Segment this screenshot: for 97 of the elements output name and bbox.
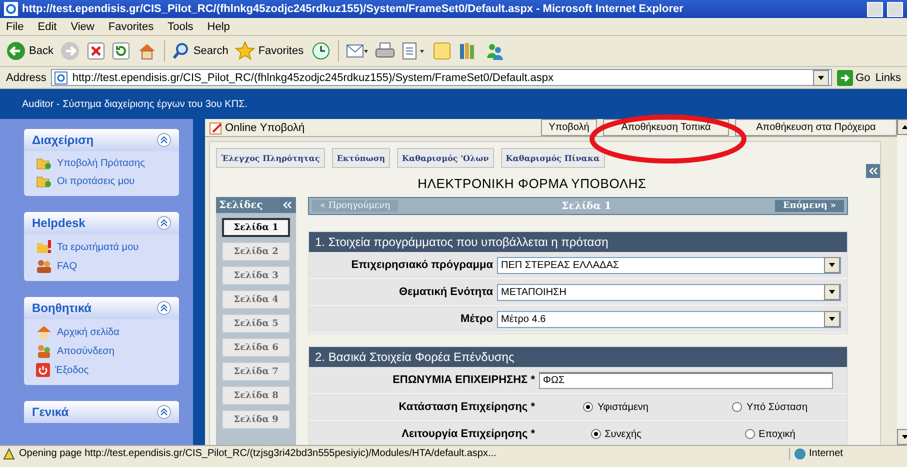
page-button[interactable]: Σελίδα 4 bbox=[222, 290, 290, 309]
folder-icon bbox=[36, 157, 52, 170]
select-field[interactable]: Μέτρο 4.6 bbox=[497, 310, 841, 328]
page-button[interactable]: Σελίδα 1 bbox=[222, 218, 290, 237]
collapse-icon[interactable] bbox=[157, 216, 171, 230]
page-icon bbox=[54, 70, 68, 84]
maximize-button[interactable] bbox=[887, 2, 903, 16]
panel-title: Helpdesk bbox=[32, 216, 86, 230]
folder-icon bbox=[36, 240, 52, 254]
status-text: Opening page http://test.ependisis.gr/CIS_Pilot_RC/(tzjsg3ri42bd3n555pesiyic)/Modules/HTA/default.aspx... bbox=[19, 448, 498, 459]
text-field[interactable]: ΦΩΣ bbox=[539, 372, 833, 388]
envelope-icon[interactable] bbox=[346, 42, 368, 60]
sidebar-link[interactable]: Οι προτάσεις μου bbox=[36, 175, 171, 188]
search-icon bbox=[172, 42, 190, 60]
refresh-icon[interactable] bbox=[112, 42, 130, 60]
action-button[interactable]: Καθαρισμός 'Ολων bbox=[397, 148, 494, 168]
zone-text: Internet bbox=[809, 448, 843, 459]
globe-icon bbox=[794, 448, 806, 460]
field-label: Επιχειρησιακό πρόγραμμα bbox=[350, 259, 494, 271]
sidebar-link[interactable]: FAQ bbox=[36, 259, 171, 273]
star-icon bbox=[235, 41, 256, 61]
menu-item[interactable]: File bbox=[6, 20, 24, 32]
document-icon[interactable] bbox=[402, 42, 426, 60]
collapse-icon[interactable] bbox=[157, 301, 171, 315]
radio-icon[interactable] bbox=[590, 429, 601, 439]
power-icon bbox=[36, 363, 50, 377]
people-icon bbox=[36, 259, 52, 273]
people-icon[interactable] bbox=[484, 41, 505, 61]
page-button[interactable]: Σελίδα 9 bbox=[222, 410, 290, 429]
radio-option[interactable]: Υφιστάμενη bbox=[539, 400, 693, 414]
form-title: ΗΛΕΚΤΡΟΝΙΚΗ ΦΟΡΜΑ ΥΠΟΒΟΛΗΣ bbox=[416, 176, 648, 191]
page-button[interactable]: Σελίδα 3 bbox=[222, 266, 290, 285]
browser-logo-icon bbox=[4, 2, 18, 16]
section-header: 1. Στοιχεία προγράμματος που υποβάλλεται η πρόταση bbox=[309, 232, 847, 252]
sidebar-link[interactable]: Τα ερωτήματά μου bbox=[36, 240, 171, 254]
radio-option[interactable]: Υπό Σύσταση bbox=[693, 400, 847, 414]
menu-item[interactable]: Favorites bbox=[108, 20, 154, 32]
toolbar-button[interactable]: Favorites bbox=[235, 41, 304, 61]
radio-icon[interactable] bbox=[583, 402, 594, 412]
links-button[interactable]: Links bbox=[875, 72, 901, 84]
pages-title: Σελίδες bbox=[219, 200, 263, 210]
select-field[interactable]: ΜΕΤΑΠΟΙΗΣΗ bbox=[497, 284, 841, 300]
people-icon bbox=[36, 344, 52, 358]
sidebar-link[interactable]: Έξοδος bbox=[36, 363, 171, 377]
next-button[interactable]: Επόμενη » bbox=[774, 200, 844, 212]
radio-option[interactable]: Εποχική bbox=[693, 428, 847, 440]
warning-icon bbox=[3, 448, 15, 460]
action-button[interactable]: Εκτύπωση bbox=[332, 148, 390, 168]
current-page: Σελίδα 1 bbox=[562, 200, 612, 212]
toolbar-button[interactable]: Back bbox=[6, 41, 54, 61]
sidebar-link[interactable]: Αρχική σελίδα bbox=[36, 325, 171, 339]
radio-icon[interactable] bbox=[744, 429, 755, 439]
address-field[interactable]: http://test.ependisis.gr/CIS_Pilot_RC/(fhlnkg45zodjc245rdkuz155)/System/FrameSet0/Default.aspx bbox=[51, 69, 832, 86]
collapse-icon[interactable] bbox=[157, 405, 171, 419]
printer-icon[interactable] bbox=[374, 42, 395, 60]
field-label: ΕΠΩΝΥΜΙΑ ΕΠΙΧΕΙΡΗΣΗΣ * bbox=[392, 374, 536, 386]
panel-title: Γενικά bbox=[32, 405, 69, 419]
toolbar-button[interactable]: Search bbox=[172, 42, 228, 60]
radio-option[interactable]: Συνεχής bbox=[539, 428, 693, 440]
field-label: Κατάσταση Επιχείρησης * bbox=[398, 401, 536, 413]
sidebar-link[interactable]: Υποβολή Πρότασης bbox=[36, 157, 171, 170]
radio-icon[interactable] bbox=[732, 402, 742, 412]
menu-item[interactable]: View bbox=[70, 20, 94, 32]
select-field[interactable]: ΠΕΠ ΣΤΕΡΕΑΣ ΕΛΛΑΔΑΣ bbox=[497, 256, 841, 274]
collapse-icon[interactable] bbox=[157, 133, 171, 147]
field-label: Μέτρο bbox=[459, 313, 494, 325]
page-button[interactable]: Σελίδα 5 bbox=[222, 314, 290, 333]
panel-title: Online Υποβολή bbox=[225, 122, 305, 134]
folder-icon bbox=[36, 175, 52, 188]
field-label: Λειτουργία Επιχείρησης * bbox=[400, 428, 536, 440]
menu-item[interactable]: Tools bbox=[168, 20, 194, 32]
home-icon bbox=[36, 325, 52, 339]
panel-title: Βοηθητικά bbox=[32, 301, 92, 315]
sidebar-link[interactable]: Αποσύνδεση bbox=[36, 344, 171, 358]
menu-item[interactable]: Help bbox=[207, 20, 230, 32]
address-label: Address bbox=[6, 72, 46, 84]
toolbar-button[interactable]: Υποβολή bbox=[541, 119, 597, 136]
toolbar-button[interactable]: Αποθήκευση στα Πρόχειρα bbox=[735, 119, 897, 136]
page-button[interactable]: Σελίδα 6 bbox=[222, 338, 290, 357]
stop-icon[interactable] bbox=[87, 42, 106, 60]
collapse-icon[interactable] bbox=[866, 164, 880, 178]
menu-item[interactable]: Edit bbox=[38, 20, 57, 32]
page-button[interactable]: Σελίδα 7 bbox=[222, 362, 290, 381]
panel-title: Διαχείριση bbox=[32, 133, 94, 147]
action-button[interactable]: Καθαρισμός Πίνακα bbox=[500, 148, 605, 168]
action-button[interactable]: Έλεγχος Πληρότητας bbox=[216, 148, 325, 168]
window-title: http://test.ependisis.gr/CIS_Pilot_RC/(fhlnkg45zodjc245rdkuz155)/System/FrameSet0/Default.aspx - Microsoft Internet Explorer bbox=[22, 3, 684, 15]
go-button[interactable]: Go bbox=[836, 70, 870, 86]
minimize-button[interactable] bbox=[867, 2, 883, 16]
page-button[interactable]: Σελίδα 8 bbox=[222, 386, 290, 405]
clock-icon[interactable] bbox=[310, 41, 331, 61]
form-edit-icon bbox=[209, 120, 223, 134]
field-label: Θεματική Ενότητα bbox=[398, 286, 494, 298]
home-icon[interactable] bbox=[137, 41, 158, 61]
page-button[interactable]: Σελίδα 2 bbox=[222, 242, 290, 261]
section-header: 2. Βασικά Στοιχεία Φορέα Επένδυσης bbox=[309, 347, 847, 367]
app-title: Auditor - Σύστημα διαχείρισης έργων του 3ου ΚΠΣ. bbox=[22, 98, 248, 110]
